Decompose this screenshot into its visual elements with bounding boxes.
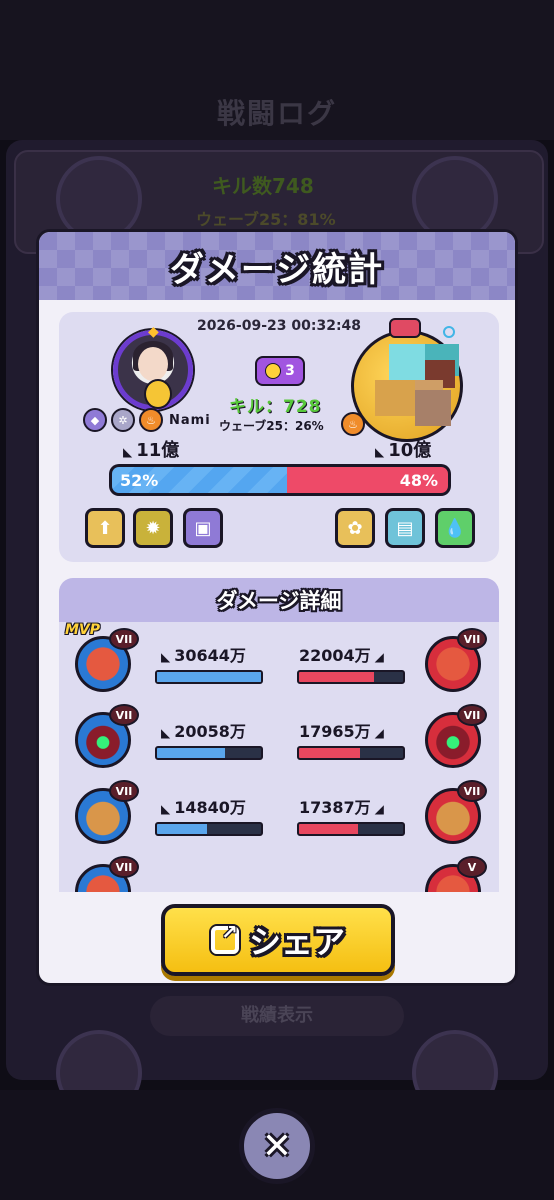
coin-icon	[265, 363, 282, 379]
damage-bar-fill	[157, 672, 261, 682]
flame-badge-icon: ♨	[139, 408, 163, 432]
damage-bar-fill	[299, 672, 374, 682]
damage-value: 30644万	[174, 646, 246, 665]
hero-right-rank: V	[457, 856, 487, 878]
flame-badge-icon: ♨	[341, 412, 365, 436]
damage-bar-fill	[157, 748, 225, 758]
mosaic-block	[389, 344, 425, 380]
gear-badge-icon: ✲	[111, 408, 135, 432]
hero-left-rank: VII	[109, 856, 139, 878]
claw-icon: ◢	[374, 650, 384, 664]
mvp-badge: MVP	[65, 622, 101, 638]
background-wave: ウェーブ25：81%	[196, 210, 336, 229]
card-slot-icon[interactable]: ▣	[183, 508, 223, 548]
claw-icon: ◣	[161, 802, 171, 816]
team-level-badge: 3	[255, 356, 305, 386]
hero-right-damage: 17965万 ◢	[299, 718, 388, 742]
battle-summary-card: 2026-09-23 00:32:48 ◆ ◆ ✲ ♨ Nami ◣ 11億 3 …	[59, 312, 499, 562]
claw-icon: ◣	[161, 726, 171, 740]
player-left-avatar[interactable]: ◆	[113, 324, 193, 410]
damage-value: 14840万	[174, 798, 246, 817]
share-icon	[210, 920, 239, 954]
hero-left-damage-bar	[155, 746, 263, 760]
damage-row: VII MVP ◣ 30644万 22004万 ◢ VII	[59, 622, 499, 702]
damage-value: 22004万	[299, 646, 371, 665]
hero-right-damage-bar	[297, 670, 405, 684]
rank-badge-icon: ◆	[83, 408, 107, 432]
slot-machine-icon[interactable]: ▤	[385, 508, 425, 548]
crown-icon: ◆	[148, 324, 159, 340]
damage-bar-fill	[157, 824, 207, 834]
mosaic-block	[415, 390, 451, 426]
drop-slot-icon[interactable]: 💧	[435, 508, 475, 548]
hero-left-damage: ◣ 30644万	[157, 642, 246, 666]
damage-stats-modal: ダメージ統計 2026-09-23 00:32:48 ◆ ◆ ✲ ♨ Nami …	[36, 229, 518, 986]
damage-value: 17965万	[299, 722, 371, 741]
damage-value: 17387万	[299, 798, 371, 817]
hero-right-damage: 22004万 ◢	[299, 642, 388, 666]
player-right-power: ◣ 10億	[371, 436, 431, 462]
close-button[interactable]: ✕	[239, 1108, 315, 1184]
damage-row: VII ◣ 14840万 17387万 ◢ VII	[59, 780, 499, 854]
damage-bar-fill	[299, 748, 361, 758]
damage-share-left: 52%	[120, 471, 159, 490]
background-pill: 戦績表示	[150, 996, 404, 1036]
relic-slot-icon[interactable]: ⬆	[85, 508, 125, 548]
damage-row: VII V	[59, 856, 499, 892]
gear-slot-icon[interactable]: ✹	[133, 508, 173, 548]
chick-icon	[144, 379, 172, 409]
hero-left-damage-bar	[155, 670, 263, 684]
kill-count: キル：728	[229, 397, 322, 417]
hero-right-damage-bar	[297, 746, 405, 760]
share-button-label: シェア	[248, 923, 345, 961]
damage-share-right: 48%	[399, 471, 438, 490]
modal-title: ダメージ統計	[169, 250, 385, 290]
hero-right-rank: VII	[457, 780, 487, 802]
hero-left-damage-bar	[155, 822, 263, 836]
hero-right-damage-bar	[297, 822, 405, 836]
claw-icon: ◣	[161, 650, 171, 664]
background-kill: キル数748	[212, 174, 314, 198]
damage-detail-title: ダメージ詳細	[216, 589, 342, 613]
hero-left-rank: VII	[109, 628, 139, 650]
sparkle-icon	[443, 326, 455, 338]
potion-slot-icon[interactable]: ✿	[335, 508, 375, 548]
player-left-power: ◣ 11億	[119, 436, 179, 462]
player-right-avatar[interactable]	[351, 318, 463, 442]
hero-left-rank: VII	[109, 704, 139, 726]
wave-progress: ウェーブ25：26%	[219, 419, 324, 433]
close-icon: ✕	[261, 1125, 293, 1167]
player-left-badges: ◆ ✲ ♨ Nami	[83, 408, 211, 432]
damage-detail-header: ダメージ詳細	[59, 578, 499, 622]
claw-icon: ◣	[375, 445, 385, 459]
hero-left-damage: ◣ 20058万	[157, 718, 246, 742]
power-value: 10億	[388, 440, 432, 461]
power-value: 11億	[136, 440, 180, 461]
claw-icon: ◣	[123, 445, 133, 459]
damage-row: VII ◣ 20058万 17965万 ◢ VII	[59, 704, 499, 778]
share-button[interactable]: シェア	[161, 904, 395, 976]
hero-right-rank: VII	[457, 628, 487, 650]
avatar-face	[138, 347, 168, 381]
hero-right-rank: VII	[457, 704, 487, 726]
damage-bar-fill	[299, 824, 359, 834]
team-level: 3	[285, 363, 295, 379]
crown-icon	[389, 318, 421, 338]
damage-share-bar-left: 52%	[109, 464, 287, 496]
claw-icon: ◢	[374, 802, 384, 816]
mosaic-block	[375, 380, 415, 416]
hero-right-damage: 17387万 ◢	[299, 794, 388, 818]
modal-header: ダメージ統計	[39, 232, 515, 300]
player-left-name: Nami	[169, 412, 211, 428]
damage-share-bar-right: 48%	[287, 464, 451, 496]
damage-value: 20058万	[174, 722, 246, 741]
hero-left-damage: ◣ 14840万	[157, 794, 246, 818]
damage-detail-list[interactable]: VII MVP ◣ 30644万 22004万 ◢ VII VII ◣ 20058万 …	[59, 622, 499, 892]
claw-icon: ◢	[374, 726, 384, 740]
background-title: 戦闘ログ	[216, 97, 337, 130]
hero-left-rank: VII	[109, 780, 139, 802]
